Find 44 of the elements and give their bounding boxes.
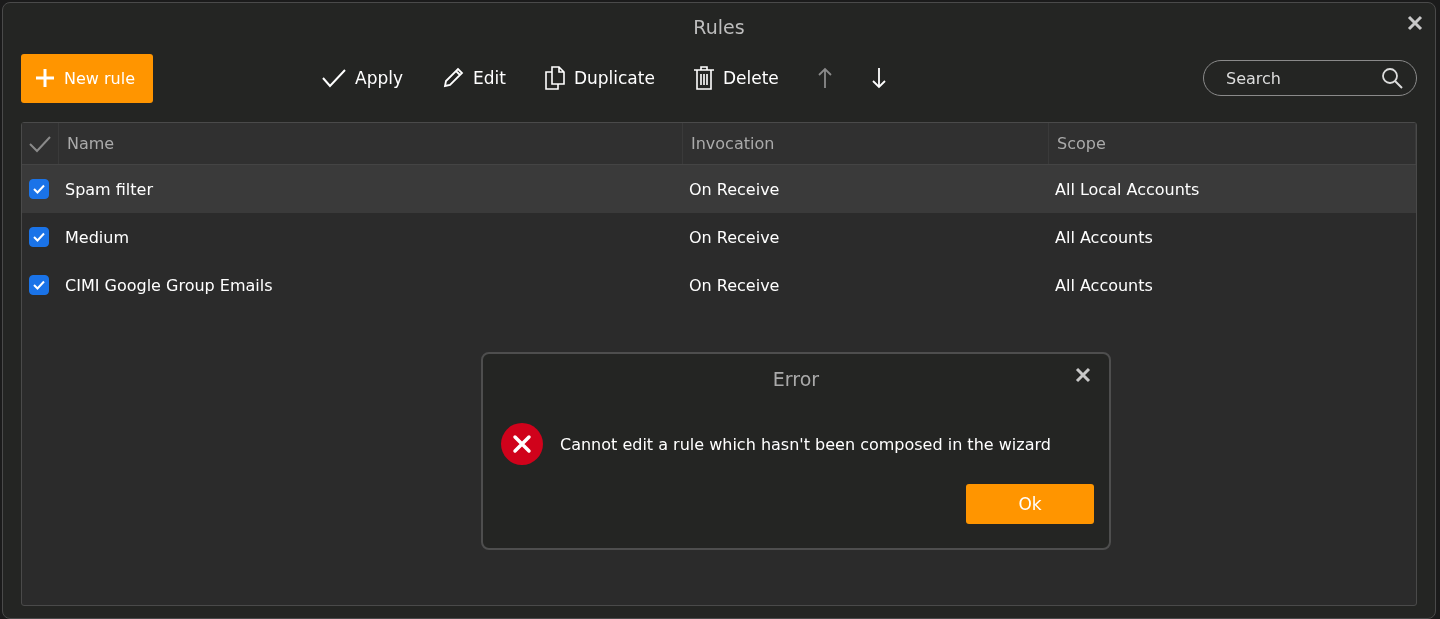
checkbox[interactable] [28,179,49,199]
plus-icon [36,69,54,87]
close-icon [1407,15,1423,31]
close-icon [1075,367,1091,383]
table-row[interactable]: Medium On Receive All Accounts [22,213,1416,261]
column-header[interactable]: Scope [1049,123,1416,164]
down-arrow-icon [870,67,887,89]
table-cell-text: All Local Accounts [1054,179,1201,199]
table-row[interactable]: CIMI Google Group Emails On Receive All Accounts [22,261,1416,309]
pencil-icon [441,66,465,90]
dialog-title: Error [772,368,820,390]
error-message: Cannot edit a rule which hasn't been composed in the wizard [560,434,1051,454]
trash-icon [692,66,715,90]
trash-button[interactable]: Delete [692,66,779,90]
check-icon [32,232,45,242]
search-field[interactable]: Search [1203,60,1417,96]
column-header[interactable]: Name [59,123,683,164]
checkbox[interactable] [28,227,49,247]
table-cell-text: All Accounts [1054,275,1154,295]
check-icon [32,280,45,290]
table-cell-text: Spam filter [64,179,154,199]
copy-button[interactable]: Duplicate [543,66,655,90]
checkbox[interactable] [28,275,49,295]
check-icon [32,184,45,194]
table-cell-text: On Receive [688,227,781,247]
table-row[interactable]: Spam filter On Receive All Local Accounts [22,165,1416,213]
check-icon [321,67,347,89]
table-cell-text: On Receive [688,179,781,199]
search-icon [1381,67,1403,89]
table-cell-text: Medium [64,227,130,247]
up-arrow-icon [816,67,833,89]
close-button[interactable] [1407,15,1423,31]
pencil-button[interactable]: Edit [441,66,506,90]
error-icon [501,423,543,465]
copy-icon [543,66,566,90]
check-button[interactable]: Apply [321,67,403,89]
table-cell-text: All Accounts [1054,227,1154,247]
down-arrow-button[interactable] [870,67,887,89]
table-cell-text: CIMI Google Group Emails [64,275,274,295]
close-button[interactable] [1075,367,1091,383]
table-cell-text: On Receive [688,275,781,295]
window-title: Rules [693,16,745,38]
column-header[interactable]: Invocation [683,123,1049,164]
check-icon [29,134,51,153]
